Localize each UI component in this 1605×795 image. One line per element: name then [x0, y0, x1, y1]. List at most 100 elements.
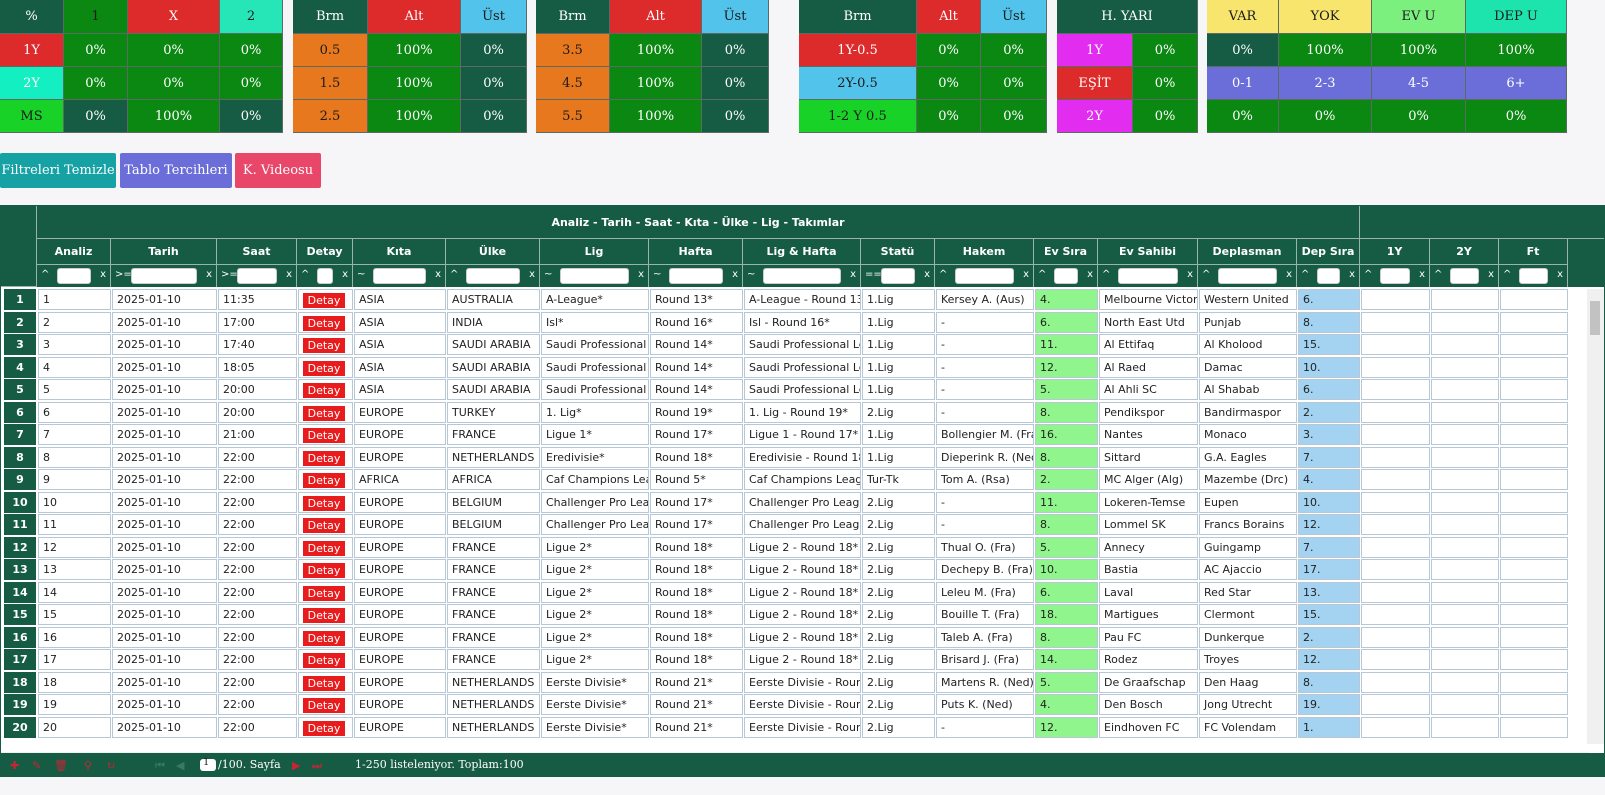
clear-filter-icon[interactable]: x	[638, 269, 644, 280]
filter-operator[interactable]: ^	[1202, 269, 1210, 280]
detail-button[interactable]: Detay	[303, 383, 345, 398]
column-header[interactable]: Hakem	[935, 239, 1034, 264]
detail-button[interactable]: Detay	[303, 360, 345, 376]
filter-operator[interactable]: ^	[1102, 269, 1110, 280]
detail-button[interactable]: Detay	[303, 585, 345, 601]
filter-operator[interactable]: ^	[1038, 269, 1046, 280]
detail-button[interactable]: Detay	[303, 405, 345, 421]
column-header[interactable]: Ülke	[446, 239, 540, 264]
refresh-icon[interactable]: ↻	[106, 759, 115, 772]
table-row[interactable]: 19 19 2025-01-10 22:00 EUROPE NETHERLANDS Eers…	[1, 694, 1604, 716]
filter-operator[interactable]: ^	[41, 269, 49, 280]
column-header[interactable]: 1Y	[1360, 239, 1430, 264]
filter-input[interactable]	[1054, 268, 1078, 284]
table-row[interactable]: 14 14 2025-01-10 22:00 EUROPE FRANCE Ligue 2* R…	[1, 581, 1604, 604]
filter-operator[interactable]: ^	[301, 269, 309, 280]
clear-filter-icon[interactable]: x	[1349, 269, 1355, 280]
detail-button[interactable]: Detay	[303, 428, 345, 443]
filter-operator[interactable]: ~	[544, 269, 552, 280]
last-page-icon[interactable]: ⏭	[312, 759, 322, 773]
column-header[interactable]: Ev Sıra	[1034, 239, 1098, 264]
filter-operator[interactable]: ==	[865, 269, 882, 280]
filter-operator[interactable]: >=	[221, 269, 238, 280]
first-page-icon[interactable]: ⏮	[155, 759, 165, 773]
table-row[interactable]: 6 6 2025-01-10 20:00 EUROPE TURKEY 1. Lig* Roun…	[1, 401, 1604, 424]
clear-filter-icon[interactable]: x	[924, 269, 930, 280]
column-header[interactable]: 2Y	[1430, 239, 1499, 264]
column-header[interactable]: Hafta	[649, 239, 743, 264]
detail-button[interactable]: Detay	[303, 720, 345, 736]
detail-button[interactable]: Detay	[303, 540, 345, 556]
detail-button[interactable]: Detay	[303, 473, 345, 488]
filter-input[interactable]	[57, 268, 91, 284]
table-row[interactable]: 5 5 2025-01-10 20:00 ASIA SAUDI ARABIA Saudi P…	[1, 379, 1604, 401]
column-header[interactable]: Detay	[297, 239, 353, 264]
clear-filter-icon[interactable]: x	[1023, 269, 1029, 280]
table-row[interactable]: 9 9 2025-01-10 22:00 AFRICA AFRICA Caf Champio…	[1, 469, 1604, 491]
column-header[interactable]: Kıta	[353, 239, 446, 264]
table-row[interactable]: 4 4 2025-01-10 18:05 ASIA SAUDI ARABIA Saudi P…	[1, 356, 1604, 379]
filter-input[interactable]	[955, 268, 1014, 284]
detail-button[interactable]: Detay	[303, 675, 345, 691]
filter-operator[interactable]: ^	[450, 269, 458, 280]
clear-filter-icon[interactable]: x	[732, 269, 738, 280]
column-header[interactable]: Tarih	[111, 239, 217, 264]
table-row[interactable]: 13 13 2025-01-10 22:00 EUROPE FRANCE Ligue 2* R…	[1, 559, 1604, 581]
filter-input[interactable]	[1519, 268, 1548, 284]
search-icon[interactable]: ⚲	[84, 759, 92, 772]
clear-filter-icon[interactable]: x	[1488, 269, 1494, 280]
vertical-scrollbar[interactable]	[1587, 289, 1604, 744]
clear-filter-icon[interactable]: x	[850, 269, 856, 280]
filter-input[interactable]	[669, 268, 723, 284]
clear-filter-icon[interactable]: x	[206, 269, 212, 280]
filter-input[interactable]	[1218, 268, 1277, 284]
table-row[interactable]: 3 3 2025-01-10 17:40 ASIA SAUDI ARABIA Saudi P…	[1, 334, 1604, 356]
column-header[interactable]: Ev Sahibi	[1098, 239, 1198, 264]
detail-button[interactable]: Detay	[303, 698, 345, 713]
next-page-icon[interactable]: ▶	[292, 759, 300, 772]
column-header[interactable]: Statü	[861, 239, 935, 264]
clear-filter-icon[interactable]: x	[286, 269, 292, 280]
detail-button[interactable]: Detay	[303, 563, 345, 578]
prev-page-icon[interactable]: ◀	[176, 759, 184, 772]
filter-input[interactable]	[466, 268, 520, 284]
filter-input[interactable]	[373, 268, 426, 284]
filter-input[interactable]	[1380, 268, 1410, 284]
table-row[interactable]: 20 20 2025-01-10 22:00 EUROPE NETHERLANDS Eers…	[1, 716, 1604, 739]
table-row[interactable]: 18 18 2025-01-10 22:00 EUROPE NETHERLANDS Eers…	[1, 671, 1604, 694]
filter-input[interactable]	[1450, 268, 1479, 284]
clear-filters-button[interactable]: Filtreleri Temizle	[0, 153, 116, 188]
scroll-thumb[interactable]	[1590, 301, 1600, 335]
column-header[interactable]: Lig	[540, 239, 649, 264]
table-row[interactable]: 15 15 2025-01-10 22:00 EUROPE FRANCE Ligue 2* R…	[1, 604, 1604, 626]
clear-filter-icon[interactable]: x	[1286, 269, 1292, 280]
clear-filter-icon[interactable]: x	[529, 269, 535, 280]
table-row[interactable]: 10 10 2025-01-10 22:00 EUROPE BELGIUM Challeng…	[1, 491, 1604, 514]
filter-operator[interactable]: ~	[747, 269, 755, 280]
table-row[interactable]: 1 1 2025-01-10 11:35 ASIA AUSTRALIA A-League* R…	[1, 289, 1604, 311]
filter-input[interactable]	[1317, 268, 1340, 284]
detail-button[interactable]: Detay	[303, 630, 345, 646]
detail-button[interactable]: Detay	[303, 608, 345, 623]
column-header[interactable]: Dep Sıra	[1297, 239, 1360, 264]
detail-button[interactable]: Detay	[303, 518, 345, 533]
filter-input[interactable]	[131, 268, 197, 284]
filter-operator[interactable]: ~	[357, 269, 365, 280]
filter-input[interactable]	[560, 268, 629, 284]
column-header[interactable]: Lig & Hafta	[743, 239, 861, 264]
detail-button[interactable]: Detay	[303, 338, 345, 353]
column-header[interactable]: Analiz	[37, 239, 111, 264]
table-row[interactable]: 16 16 2025-01-10 22:00 EUROPE FRANCE Ligue 2* R…	[1, 626, 1604, 649]
filter-operator[interactable]: ~	[653, 269, 661, 280]
filter-input[interactable]	[881, 268, 915, 284]
video-button[interactable]: K. Videosu	[235, 153, 321, 188]
detail-button[interactable]: Detay	[303, 315, 345, 331]
table-preferences-button[interactable]: Tablo Tercihleri	[120, 153, 232, 188]
add-icon[interactable]: ✚	[10, 759, 19, 772]
clear-filter-icon[interactable]: x	[1419, 269, 1425, 280]
table-row[interactable]: 2 2 2025-01-10 17:00 ASIA INDIA Isl* Round 16* I…	[1, 311, 1604, 334]
filter-operator[interactable]: ^	[1301, 269, 1309, 280]
detail-button[interactable]: Detay	[303, 450, 345, 466]
filter-operator[interactable]: >=	[115, 269, 132, 280]
filter-input[interactable]	[317, 268, 333, 284]
